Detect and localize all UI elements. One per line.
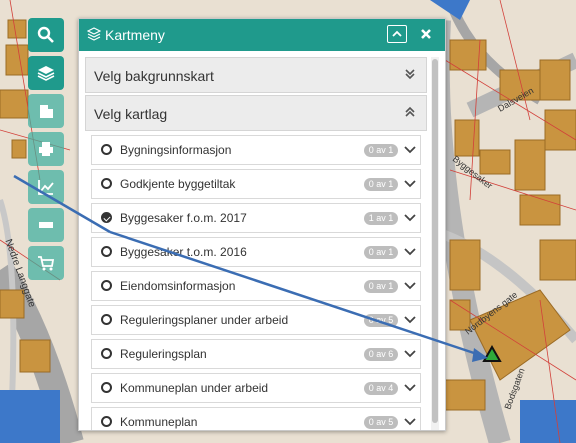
- layer-checkbox[interactable]: [101, 280, 112, 291]
- layer-row[interactable]: Godkjente byggetiltak 0 av 1: [91, 169, 421, 199]
- collapse-button[interactable]: [387, 25, 407, 43]
- layer-count-badge: 0 av 1: [364, 246, 398, 259]
- layer-label: Kommuneplan: [120, 415, 198, 429]
- layer-count-badge: 0 av 1: [364, 178, 398, 191]
- layer-checkbox[interactable]: [101, 144, 112, 155]
- layer-count-badge: 0 av 1: [364, 280, 398, 293]
- chevron-down-icon[interactable]: [404, 315, 416, 325]
- panel-header: Kartmeny: [79, 19, 445, 51]
- layer-checkbox[interactable]: [101, 314, 112, 325]
- map-menu-panel: Kartmeny Velg bakgrunnskart Velg kartlag: [78, 18, 446, 431]
- print-icon: [39, 142, 53, 156]
- layer-count-badge: 0 av 5: [364, 416, 398, 429]
- layer-row[interactable]: Reguleringsplaner under arbeid 0 av 5: [91, 305, 421, 335]
- chevron-down-icon[interactable]: [404, 383, 416, 393]
- layer-checkbox[interactable]: [101, 212, 112, 223]
- layer-label: Reguleringsplan: [120, 347, 207, 361]
- layer-row[interactable]: Byggesaker f.o.m. 2017 1 av 1: [91, 203, 421, 233]
- layer-row[interactable]: Bygningsinformasjon 0 av 1: [91, 135, 421, 165]
- scrollbar[interactable]: [431, 57, 439, 430]
- layer-checkbox[interactable]: [101, 246, 112, 257]
- layer-row[interactable]: Eiendomsinformasjon 0 av 1: [91, 271, 421, 301]
- layer-label: Eiendomsinformasjon: [120, 279, 236, 293]
- scrollbar-thumb[interactable]: [432, 59, 438, 423]
- layer-count-badge: 1 av 1: [364, 212, 398, 225]
- chevron-down-icon[interactable]: [404, 247, 416, 257]
- layers-button[interactable]: [28, 56, 64, 90]
- chart-icon: [38, 180, 54, 195]
- layer-row[interactable]: Reguleringsplan 0 av 6: [91, 339, 421, 369]
- search-icon: [37, 26, 54, 43]
- layer-row[interactable]: Byggesaker t.o.m. 2016 0 av 1: [91, 237, 421, 267]
- layer-checkbox[interactable]: [101, 382, 112, 393]
- layer-list: Bygningsinformasjon 0 av 1 Godkjente bygge…: [91, 135, 421, 430]
- layer-count-badge: 0 av 5: [364, 314, 398, 327]
- chevron-up-icon: [392, 30, 402, 37]
- chevron-down-icon[interactable]: [404, 417, 416, 427]
- measure-button[interactable]: [28, 208, 64, 242]
- layer-checkbox[interactable]: [101, 416, 112, 427]
- layer-label: Reguleringsplaner under arbeid: [120, 313, 289, 327]
- chevron-down-icon[interactable]: [404, 281, 416, 291]
- close-button[interactable]: [417, 24, 435, 44]
- chevron-double-up-icon: [405, 106, 415, 117]
- chevron-down-icon[interactable]: [404, 349, 416, 359]
- chevron-down-icon[interactable]: [404, 179, 416, 189]
- measure-icon: [39, 222, 53, 228]
- section-label: Velg kartlag: [94, 106, 168, 122]
- chevron-double-down-icon: [405, 69, 415, 80]
- section-map-layers[interactable]: Velg kartlag: [85, 95, 427, 131]
- print-button[interactable]: [28, 132, 64, 166]
- menu-scroll-area: Velg bakgrunnskart Velg kartlag Bygnings…: [85, 57, 427, 430]
- layers-icon: [87, 27, 101, 41]
- buildings-icon: [40, 105, 53, 118]
- section-background-map[interactable]: Velg bakgrunnskart: [85, 57, 427, 93]
- layer-count-badge: 0 av 1: [364, 144, 398, 157]
- layer-count-badge: 0 av 4: [364, 382, 398, 395]
- layer-label: Kommuneplan under arbeid: [120, 381, 269, 395]
- layers-icon: [37, 66, 55, 81]
- layer-label: Bygningsinformasjon: [120, 143, 232, 157]
- close-icon: [421, 29, 431, 39]
- buildings-button[interactable]: [28, 94, 64, 128]
- layer-label: Godkjente byggetiltak: [120, 177, 236, 191]
- layer-row[interactable]: Kommuneplan under arbeid 0 av 4: [91, 373, 421, 403]
- chart-button[interactable]: [28, 170, 64, 204]
- layer-label: Byggesaker f.o.m. 2017: [120, 211, 247, 225]
- cart-icon: [38, 256, 55, 271]
- chevron-down-icon[interactable]: [404, 213, 416, 223]
- layer-label: Byggesaker t.o.m. 2016: [120, 245, 247, 259]
- layer-count-badge: 0 av 6: [364, 348, 398, 361]
- layer-checkbox[interactable]: [101, 178, 112, 189]
- cart-button[interactable]: [28, 246, 64, 280]
- chevron-down-icon[interactable]: [404, 145, 416, 155]
- layer-row[interactable]: Kommuneplan 0 av 5: [91, 407, 421, 430]
- layer-checkbox[interactable]: [101, 348, 112, 359]
- section-label: Velg bakgrunnskart: [94, 68, 214, 84]
- search-button[interactable]: [28, 18, 64, 52]
- panel-title: Kartmeny: [105, 27, 165, 43]
